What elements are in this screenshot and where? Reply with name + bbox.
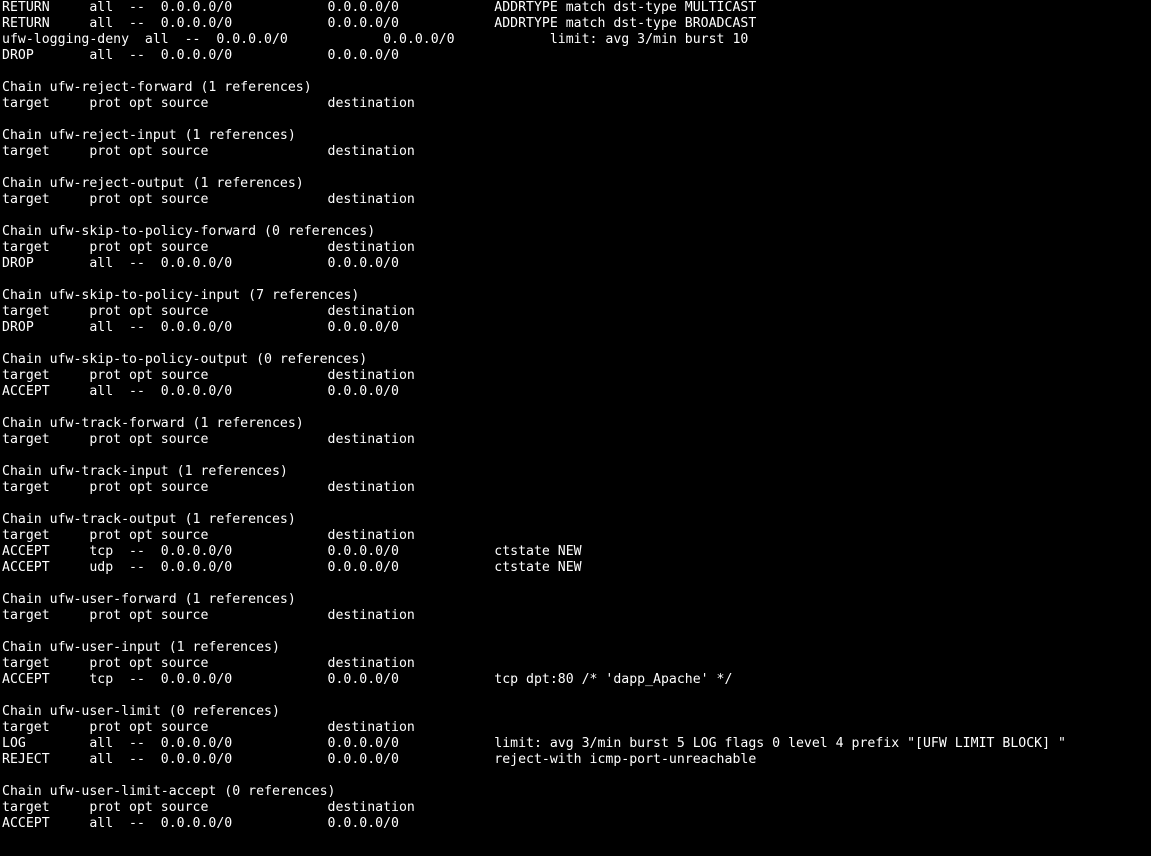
terminal-line: target prot opt source destination xyxy=(2,608,1151,624)
terminal-line: target prot opt source destination xyxy=(2,304,1151,320)
terminal-line: LOG all -- 0.0.0.0/0 0.0.0.0/0 limit: av… xyxy=(2,736,1151,752)
terminal-line: Chain ufw-user-input (1 references) xyxy=(2,640,1151,656)
terminal-line xyxy=(2,336,1151,352)
terminal-line: Chain ufw-skip-to-policy-output (0 refer… xyxy=(2,352,1151,368)
terminal-line: target prot opt source destination xyxy=(2,480,1151,496)
terminal-line: target prot opt source destination xyxy=(2,720,1151,736)
terminal-line: Chain ufw-reject-input (1 references) xyxy=(2,128,1151,144)
terminal-line: target prot opt source destination xyxy=(2,96,1151,112)
terminal-line: Chain ufw-skip-to-policy-input (7 refere… xyxy=(2,288,1151,304)
terminal-line: Chain ufw-track-forward (1 references) xyxy=(2,416,1151,432)
terminal-line: REJECT all -- 0.0.0.0/0 0.0.0.0/0 reject… xyxy=(2,752,1151,768)
terminal-line: ACCEPT all -- 0.0.0.0/0 0.0.0.0/0 xyxy=(2,816,1151,832)
terminal-line: target prot opt source destination xyxy=(2,192,1151,208)
terminal-line: target prot opt source destination xyxy=(2,800,1151,816)
terminal-line: target prot opt source destination xyxy=(2,240,1151,256)
terminal-line xyxy=(2,496,1151,512)
terminal-line: Chain ufw-track-input (1 references) xyxy=(2,464,1151,480)
terminal-line: ACCEPT udp -- 0.0.0.0/0 0.0.0.0/0 ctstat… xyxy=(2,560,1151,576)
terminal-line xyxy=(2,624,1151,640)
terminal-line: target prot opt source destination xyxy=(2,432,1151,448)
terminal-line: Chain ufw-user-forward (1 references) xyxy=(2,592,1151,608)
terminal-line xyxy=(2,768,1151,784)
terminal-line: Chain ufw-user-limit (0 references) xyxy=(2,704,1151,720)
terminal-line: RETURN all -- 0.0.0.0/0 0.0.0.0/0 ADDRTY… xyxy=(2,16,1151,32)
terminal-line: Chain ufw-reject-forward (1 references) xyxy=(2,80,1151,96)
terminal-line: ACCEPT tcp -- 0.0.0.0/0 0.0.0.0/0 tcp dp… xyxy=(2,672,1151,688)
terminal-line xyxy=(2,208,1151,224)
terminal-line: ACCEPT tcp -- 0.0.0.0/0 0.0.0.0/0 ctstat… xyxy=(2,544,1151,560)
terminal-line: Chain ufw-user-limit-accept (0 reference… xyxy=(2,784,1151,800)
terminal-line xyxy=(2,576,1151,592)
terminal-line xyxy=(2,64,1151,80)
terminal-line: DROP all -- 0.0.0.0/0 0.0.0.0/0 xyxy=(2,320,1151,336)
terminal-line: target prot opt source destination xyxy=(2,528,1151,544)
terminal-line: ufw-logging-deny all -- 0.0.0.0/0 0.0.0.… xyxy=(2,32,1151,48)
terminal-line xyxy=(2,832,1151,848)
terminal-line: RETURN all -- 0.0.0.0/0 0.0.0.0/0 ADDRTY… xyxy=(2,0,1151,16)
terminal-line xyxy=(2,448,1151,464)
terminal-line: target prot opt source destination xyxy=(2,368,1151,384)
terminal-line: Chain ufw-track-output (1 references) xyxy=(2,512,1151,528)
terminal-line: DROP all -- 0.0.0.0/0 0.0.0.0/0 xyxy=(2,48,1151,64)
terminal-line: target prot opt source destination xyxy=(2,656,1151,672)
terminal-line xyxy=(2,688,1151,704)
terminal-line: Chain ufw-skip-to-policy-forward (0 refe… xyxy=(2,224,1151,240)
terminal-line xyxy=(2,272,1151,288)
terminal-line xyxy=(2,112,1151,128)
terminal-output[interactable]: RETURN all -- 0.0.0.0/0 0.0.0.0/0 ADDRTY… xyxy=(0,0,1151,848)
terminal-line xyxy=(2,160,1151,176)
terminal-line: Chain ufw-reject-output (1 references) xyxy=(2,176,1151,192)
terminal-line: DROP all -- 0.0.0.0/0 0.0.0.0/0 xyxy=(2,256,1151,272)
terminal-line: ACCEPT all -- 0.0.0.0/0 0.0.0.0/0 xyxy=(2,384,1151,400)
terminal-line: target prot opt source destination xyxy=(2,144,1151,160)
terminal-line xyxy=(2,400,1151,416)
